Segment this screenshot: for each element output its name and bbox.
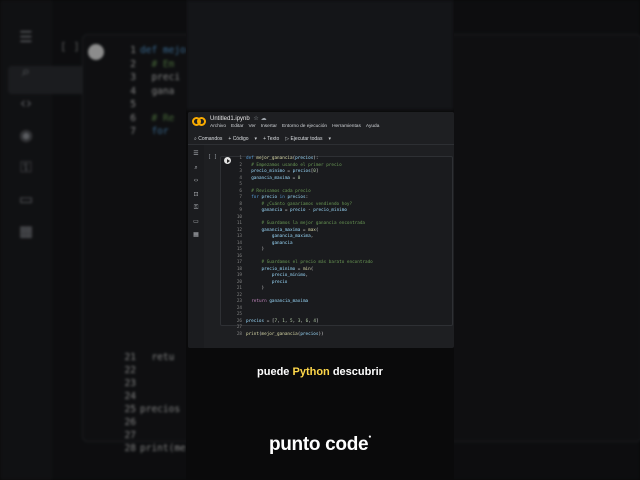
menu-item[interactable]: Entorno de ejecución [282, 124, 327, 129]
caption-after: descubrir [329, 366, 383, 378]
menu-item[interactable]: Herramientas [332, 124, 361, 129]
right-dim-overlay [454, 0, 640, 480]
run-all-button[interactable]: ▷ Ejecutar todas [285, 136, 322, 142]
list-icon[interactable]: ☰ [191, 149, 201, 159]
video-top-area [186, 0, 454, 110]
variables-icon[interactable]: ⊡ [191, 190, 201, 200]
search-icon[interactable]: ⌕ [191, 163, 201, 173]
menu-item[interactable]: Insertar [261, 124, 277, 129]
caption-highlight: Python [292, 366, 330, 378]
notebook-toolbar: ⌕ Comandos + Código ▾ + Texto ▷ Ejecutar… [188, 133, 454, 145]
run-cell-button[interactable] [224, 157, 231, 164]
chevron-down-icon[interactable]: ▾ [328, 136, 331, 142]
folder-icon[interactable]: ▭ [191, 217, 201, 227]
commands-label: Comandos [198, 135, 223, 142]
chevron-down-icon[interactable]: ▾ [255, 136, 258, 142]
add-code-button[interactable]: + Código [228, 136, 248, 142]
brand-logo: punto code● [268, 434, 372, 455]
menu-bar: Archivo Editar Ver Insertar Entorno de ejecu… [210, 124, 379, 129]
menu-item[interactable]: Archivo [210, 124, 226, 129]
caption-before: puede [257, 366, 293, 378]
notebook-title[interactable]: Untitled1.ipynb ☆ ☁ [210, 115, 267, 122]
colab-window: Untitled1.ipynb ☆ ☁ Archivo Editar Ver Inse… [188, 112, 454, 348]
menu-item[interactable]: Ver [249, 124, 256, 129]
code-line: 9 ganancia = precio - precio_minimo [239, 208, 347, 213]
run-all-label: Ejecutar todas [290, 135, 323, 142]
menu-item[interactable]: Ayuda [366, 124, 380, 129]
left-dim-overlay [0, 0, 186, 480]
brand-text: punto code [268, 434, 369, 455]
star-cloud-icons[interactable]: ☆ ☁ [253, 115, 266, 122]
menu-item[interactable]: Editar [231, 124, 244, 129]
cell-bracket: [ ] [208, 154, 218, 160]
commands-button[interactable]: ⌕ Comandos [194, 136, 222, 142]
table-icon[interactable]: ▦ [191, 230, 201, 240]
add-text-button[interactable]: + Texto [263, 136, 279, 142]
colab-logo-icon[interactable] [192, 117, 206, 127]
notebook-title-text[interactable]: Untitled1.ipynb [210, 116, 250, 122]
video-caption: puede Python descubrir [186, 366, 454, 378]
search-icon: ⌕ [194, 135, 197, 142]
code-line: 28 print(mejor_ganancia(precios)) [236, 331, 324, 337]
colab-sidebar: ☰ ⌕ ‹› ⊡ ⚿ ▭ ▦ [188, 145, 204, 348]
key-icon[interactable]: ⚿ [191, 203, 201, 213]
code-icon[interactable]: ‹› [191, 176, 201, 186]
play-icon: ▷ [285, 135, 290, 142]
